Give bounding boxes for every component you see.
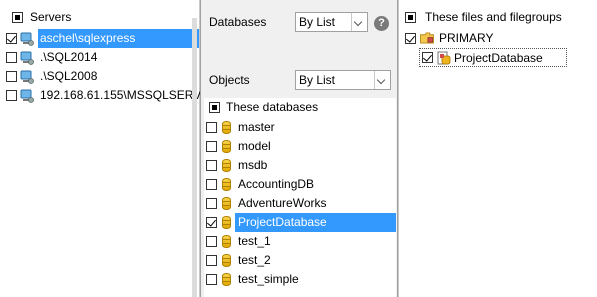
- database-icon: [222, 178, 231, 191]
- file-row[interactable]: ProjectDatabase: [419, 48, 567, 67]
- objects-filter-select[interactable]: By List: [295, 70, 391, 90]
- server-icon: [20, 89, 34, 103]
- database-item[interactable]: AccountingDB: [204, 175, 396, 194]
- database-icon: [222, 197, 231, 210]
- databases-label: Databases: [209, 15, 267, 29]
- databases-list: These databases master model msdb Accountin…: [204, 98, 396, 297]
- database-checkbox[interactable]: [206, 160, 217, 171]
- server-icon: [20, 32, 34, 46]
- objects-filter-value: By List: [299, 73, 336, 87]
- objects-label: Objects: [209, 73, 250, 87]
- file-checkbox[interactable]: [422, 52, 433, 63]
- servers-header-label: Servers: [30, 10, 72, 24]
- database-label: AccountingDB: [238, 177, 315, 191]
- database-label: test_simple: [238, 272, 299, 286]
- database-checkbox[interactable]: [206, 255, 217, 266]
- database-icon: [222, 121, 231, 134]
- server-icon: [20, 70, 34, 84]
- database-icon: [222, 216, 231, 229]
- servers-select-all-checkbox[interactable]: [12, 12, 23, 23]
- databases-header: These databases: [204, 98, 396, 117]
- database-item[interactable]: test_simple: [204, 270, 396, 289]
- server-item[interactable]: 192.168.61.155\MSSQLSERVER: [0, 86, 218, 105]
- help-icon[interactable]: ?: [374, 16, 389, 31]
- database-item[interactable]: master: [204, 118, 396, 137]
- databases-select-all-checkbox[interactable]: [209, 102, 220, 113]
- servers-panel: Servers aschel\sqlexpress .\SQL2014 .\SQL2…: [0, 0, 218, 297]
- files-header: These files and filegroups: [399, 8, 597, 27]
- databases-filter-select[interactable]: By List: [295, 12, 368, 32]
- server-checkbox[interactable]: [6, 90, 17, 101]
- file-label: ProjectDatabase: [454, 51, 543, 65]
- filegroup-checkbox[interactable]: [405, 33, 416, 44]
- database-icon: [222, 254, 231, 267]
- database-label: test_2: [238, 253, 271, 267]
- chevron-down-icon: [351, 13, 367, 31]
- data-file-icon: [437, 51, 451, 65]
- server-checkbox[interactable]: [6, 71, 17, 82]
- folder-icon: [420, 32, 434, 44]
- database-icon: [222, 273, 231, 286]
- database-label: master: [238, 120, 275, 134]
- database-item[interactable]: model: [204, 137, 396, 156]
- server-checkbox[interactable]: [6, 52, 17, 63]
- files-header-label: These files and filegroups: [425, 10, 562, 24]
- database-checkbox[interactable]: [206, 179, 217, 190]
- database-icon: [222, 159, 231, 172]
- files-select-all-checkbox[interactable]: [405, 12, 416, 23]
- files-panel: These files and filegroups PRIMARY Proje…: [398, 0, 597, 297]
- database-label: ProjectDatabase: [235, 213, 396, 232]
- chevron-down-icon: [374, 71, 390, 89]
- databases-filter-value: By List: [299, 15, 336, 29]
- server-checkbox[interactable]: [6, 33, 17, 44]
- database-label: model: [238, 139, 271, 153]
- server-label: aschel\sqlexpress: [38, 29, 199, 48]
- servers-header: Servers: [0, 8, 199, 27]
- database-item[interactable]: ProjectDatabase: [204, 213, 396, 232]
- database-item[interactable]: test_2: [204, 251, 396, 270]
- server-item[interactable]: .\SQL2014: [0, 48, 199, 67]
- database-checkbox[interactable]: [206, 198, 217, 209]
- database-icon: [222, 140, 231, 153]
- server-item[interactable]: aschel\sqlexpress: [0, 29, 199, 48]
- database-item[interactable]: test_1: [204, 232, 396, 251]
- database-label: test_1: [238, 234, 271, 248]
- database-checkbox[interactable]: [206, 236, 217, 247]
- databases-panel: Databases By List ? Objects By List Thes…: [200, 0, 398, 297]
- database-checkbox[interactable]: [206, 274, 217, 285]
- databases-header-label: These databases: [226, 100, 319, 114]
- server-label: .\SQL2008: [40, 69, 98, 83]
- filegroup-label: PRIMARY: [439, 31, 494, 45]
- database-item[interactable]: AdventureWorks: [204, 194, 396, 213]
- database-item[interactable]: msdb: [204, 156, 396, 175]
- database-checkbox[interactable]: [206, 141, 217, 152]
- server-icon: [20, 51, 34, 65]
- database-label: msdb: [238, 158, 268, 172]
- servers-scrollbar[interactable]: [192, 18, 197, 297]
- database-checkbox[interactable]: [206, 122, 217, 133]
- server-item[interactable]: .\SQL2008: [0, 67, 199, 86]
- filegroup-row[interactable]: PRIMARY: [399, 29, 597, 48]
- server-label: .\SQL2014: [40, 50, 98, 64]
- database-checkbox[interactable]: [206, 217, 217, 228]
- database-label: AdventureWorks: [238, 196, 327, 210]
- database-icon: [222, 235, 231, 248]
